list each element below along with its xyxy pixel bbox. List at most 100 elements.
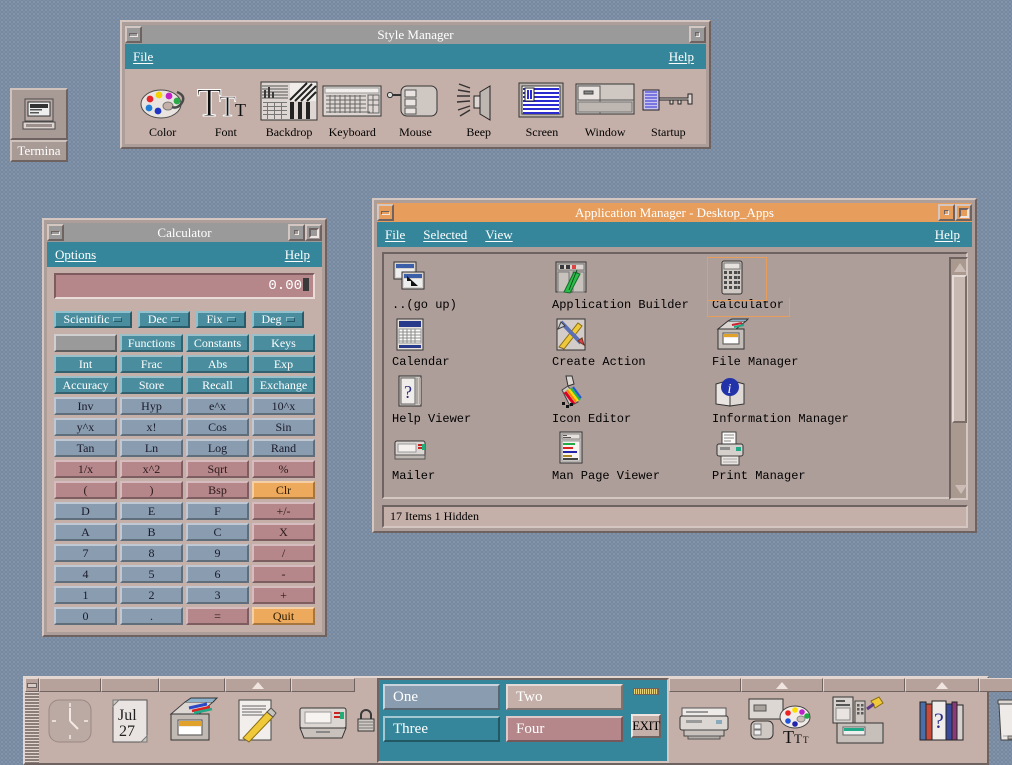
slot-header[interactable]: [159, 678, 225, 692]
style-tool-mouse[interactable]: Mouse: [384, 77, 447, 140]
menu-file[interactable]: File: [133, 49, 153, 65]
calc-key-rand[interactable]: Rand: [252, 439, 315, 457]
style-tool-screen[interactable]: Screen: [510, 77, 573, 140]
slot-header[interactable]: [905, 678, 979, 692]
style-manager-menubar[interactable]: File Help: [125, 44, 706, 69]
style-tool-keyboard[interactable]: Keyboard: [321, 77, 384, 140]
app-item-help-viewer[interactable]: ? Help Viewer: [392, 374, 552, 431]
calc-key-[interactable]: .: [120, 607, 183, 625]
app-item-go-up[interactable]: ..(go up): [392, 260, 552, 317]
mode-number-base[interactable]: Dec: [138, 311, 190, 328]
calc-key-exchange[interactable]: Exchange: [252, 376, 315, 394]
app-item-application-builder[interactable]: Application Builder: [552, 260, 712, 317]
style-manager-titlebar[interactable]: Style Manager: [125, 25, 706, 44]
calc-key-1[interactable]: 1: [54, 586, 117, 604]
menu-file[interactable]: File: [385, 227, 405, 243]
app-item-mailer[interactable]: Mailer: [392, 431, 552, 488]
panel-slot-text-editor[interactable]: [225, 678, 291, 763]
window-calculator[interactable]: Calculator Options Help 0.00 Scientific …: [42, 218, 327, 637]
slot-header[interactable]: [39, 678, 101, 692]
style-tool-font[interactable]: T T T Font: [194, 77, 257, 140]
calc-key-d[interactable]: D: [54, 502, 117, 520]
window-application-manager[interactable]: Application Manager - Desktop_Apps File …: [372, 198, 977, 533]
menu-help[interactable]: Help: [285, 247, 310, 263]
slot-header[interactable]: [225, 678, 291, 692]
workspace-button-one[interactable]: One: [383, 684, 500, 710]
panel-slot-trash[interactable]: [979, 678, 1012, 763]
calc-key-a[interactable]: A: [54, 523, 117, 541]
calc-key-y-x[interactable]: y^x: [54, 418, 117, 436]
calc-key-sqrt[interactable]: Sqrt: [186, 460, 249, 478]
mode-base-mode[interactable]: Scientific: [54, 311, 132, 328]
slot-header[interactable]: [101, 678, 159, 692]
calc-key-cos[interactable]: Cos: [186, 418, 249, 436]
window-style-manager[interactable]: Style Manager File Help Color: [120, 20, 711, 149]
app-item-file-manager[interactable]: File Manager: [712, 317, 872, 374]
calc-key-[interactable]: ): [120, 481, 183, 499]
slot-header[interactable]: [823, 678, 905, 692]
panel-handle-left[interactable]: [25, 678, 39, 763]
vertical-scrollbar[interactable]: [949, 257, 968, 500]
calc-key-[interactable]: /: [252, 544, 315, 562]
calc-key-inv[interactable]: Inv: [54, 397, 117, 415]
menu-view[interactable]: View: [485, 227, 512, 243]
panel-slot-printer[interactable]: [669, 678, 741, 763]
calc-key-[interactable]: +/-: [252, 502, 315, 520]
slot-header[interactable]: [741, 678, 823, 692]
calc-key-constants[interactable]: Constants: [186, 334, 249, 352]
menu-selected[interactable]: Selected: [423, 227, 467, 243]
workspace-button-four[interactable]: Four: [506, 716, 623, 742]
calc-key-x[interactable]: x!: [120, 418, 183, 436]
panel-slot-clock[interactable]: [39, 678, 101, 763]
app-item-partial-1[interactable]: [392, 488, 552, 499]
front-panel[interactable]: Jul 27: [23, 676, 989, 765]
app-manager-titlebar[interactable]: Application Manager - Desktop_Apps: [377, 203, 972, 222]
calc-key-[interactable]: %: [252, 460, 315, 478]
panel-slot-file-manager[interactable]: [159, 678, 225, 763]
panel-slot-calendar[interactable]: Jul 27: [101, 678, 159, 763]
calc-key-[interactable]: +: [252, 586, 315, 604]
menu-help[interactable]: Help: [669, 49, 694, 65]
app-item-print-manager[interactable]: Print Manager: [712, 431, 872, 488]
calc-key-bsp[interactable]: Bsp: [186, 481, 249, 499]
calc-key-7[interactable]: 7: [54, 544, 117, 562]
slot-header[interactable]: [979, 678, 1012, 692]
calc-key-0[interactable]: 0: [54, 607, 117, 625]
calc-key-4[interactable]: 4: [54, 565, 117, 583]
calc-key-clr[interactable]: Clr: [252, 481, 315, 499]
calc-key-quit[interactable]: Quit: [252, 607, 315, 625]
calc-key-hyp[interactable]: Hyp: [120, 397, 183, 415]
style-tool-window[interactable]: Window: [574, 77, 637, 140]
panel-slot-lock[interactable]: [355, 678, 377, 763]
app-item-man-page-viewer[interactable]: Man Page Viewer: [552, 431, 712, 488]
style-tool-beep[interactable]: Beep: [447, 77, 510, 140]
app-item-calendar[interactable]: Calendar: [392, 317, 552, 374]
mode-display-notation[interactable]: Fix: [196, 311, 246, 328]
calc-key-[interactable]: (: [54, 481, 117, 499]
calc-key-c[interactable]: C: [186, 523, 249, 541]
app-item-information-manager[interactable]: i Information Manager: [712, 374, 872, 431]
calc-key-log[interactable]: Log: [186, 439, 249, 457]
desktop-icon-terminal[interactable]: Termina: [10, 88, 68, 162]
calculator-titlebar[interactable]: Calculator: [47, 223, 322, 242]
calc-key-x[interactable]: X: [252, 523, 315, 541]
calc-key-[interactable]: =: [186, 607, 249, 625]
workspace-button-two[interactable]: Two: [506, 684, 623, 710]
calc-key-functions[interactable]: Functions: [120, 334, 183, 352]
menu-options[interactable]: Options: [55, 247, 96, 263]
calc-key-9[interactable]: 9: [186, 544, 249, 562]
exit-button[interactable]: EXIT: [631, 714, 661, 738]
scroll-up-button[interactable]: [952, 260, 967, 274]
calc-key-keys[interactable]: Keys: [252, 334, 315, 352]
scrollbar-thumb[interactable]: [952, 275, 967, 423]
app-manager-menubar[interactable]: File Selected View Help: [377, 222, 972, 247]
calc-key-int[interactable]: Int: [54, 355, 117, 373]
calc-key-2[interactable]: 2: [120, 586, 183, 604]
app-item-partial-3[interactable]: [712, 488, 872, 499]
calc-key-5[interactable]: 5: [120, 565, 183, 583]
menu-help[interactable]: Help: [935, 227, 960, 243]
app-item-partial-2[interactable]: [552, 488, 712, 499]
slot-header[interactable]: [291, 678, 355, 692]
calc-key-[interactable]: -: [252, 565, 315, 583]
calc-key-accuracy[interactable]: Accuracy: [54, 376, 117, 394]
